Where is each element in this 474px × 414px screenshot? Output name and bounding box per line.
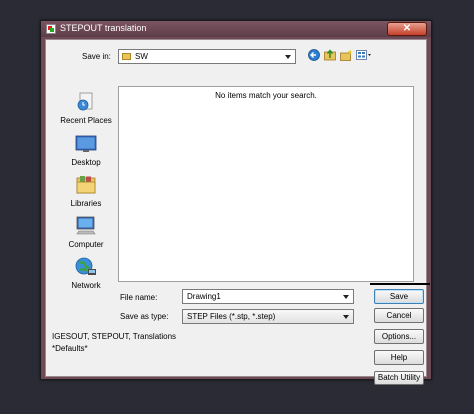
libraries-icon (76, 176, 96, 194)
file-name-input[interactable]: Drawing1 (182, 289, 354, 304)
sidebar-item-label: Network (71, 281, 101, 290)
app-icon (46, 24, 56, 34)
empty-message: No items match your search. (215, 91, 317, 100)
places-sidebar: Recent Places Desktop Libraries Computer… (54, 87, 118, 302)
sidebar-item-label: Computer (68, 240, 104, 249)
computer-icon (76, 216, 96, 235)
up-folder-icon[interactable] (324, 49, 337, 61)
window-title: STEPOUT translation (60, 23, 147, 33)
sidebar-item-computer[interactable]: Computer (54, 216, 118, 249)
network-icon (75, 257, 96, 275)
sidebar-item-label: Desktop (71, 158, 101, 167)
title-bar[interactable]: STEPOUT translation ✕ (41, 21, 431, 37)
close-button[interactable]: ✕ (387, 22, 427, 36)
chevron-down-icon (343, 315, 349, 319)
folder-icon (122, 53, 131, 60)
save-as-type-value: STEP Files (*.stp, *.step) (187, 312, 276, 321)
save-in-value: SW (135, 52, 148, 61)
options-button[interactable]: Options... (374, 329, 424, 344)
sidebar-item-network[interactable]: Network (54, 257, 118, 290)
desktop-icon (75, 135, 97, 152)
annotation-underline (370, 283, 430, 285)
stepout-dialog: STEPOUT translation ✕ Save in: SW Recent… (40, 20, 432, 385)
file-name-value: Drawing1 (187, 292, 221, 301)
chevron-down-icon (285, 55, 291, 59)
new-folder-icon[interactable] (340, 49, 353, 61)
sidebar-item-recent-places[interactable]: Recent Places (54, 92, 118, 125)
cancel-button[interactable]: Cancel (374, 308, 424, 323)
info-line-2: *Defaults* (52, 344, 88, 353)
save-as-type-dropdown[interactable]: STEP Files (*.stp, *.step) (182, 309, 354, 324)
sidebar-item-label: Recent Places (60, 116, 112, 125)
file-list[interactable]: No items match your search. (118, 86, 414, 282)
sidebar-item-label: Libraries (70, 199, 102, 208)
chevron-down-icon (343, 295, 349, 299)
save-button[interactable]: Save (374, 289, 424, 304)
view-menu-icon[interactable] (356, 49, 372, 61)
back-icon[interactable] (308, 49, 320, 61)
sidebar-item-libraries[interactable]: Libraries (54, 175, 118, 208)
save-in-label: Save in: (82, 52, 111, 61)
help-button[interactable]: Help (374, 350, 424, 365)
sidebar-item-desktop[interactable]: Desktop (54, 134, 118, 167)
save-as-type-label: Save as type: (120, 312, 169, 321)
info-line-1: IGESOUT, STEPOUT, Translations (52, 332, 177, 341)
file-name-label: File name: (120, 293, 158, 302)
dialog-client: Save in: SW Recent Places Desktop Librar… (45, 39, 427, 385)
batch-utility-button[interactable]: Batch Utility (374, 371, 424, 385)
save-in-dropdown[interactable]: SW (118, 49, 296, 64)
recent-places-icon (77, 92, 93, 111)
close-icon: ✕ (402, 23, 412, 34)
